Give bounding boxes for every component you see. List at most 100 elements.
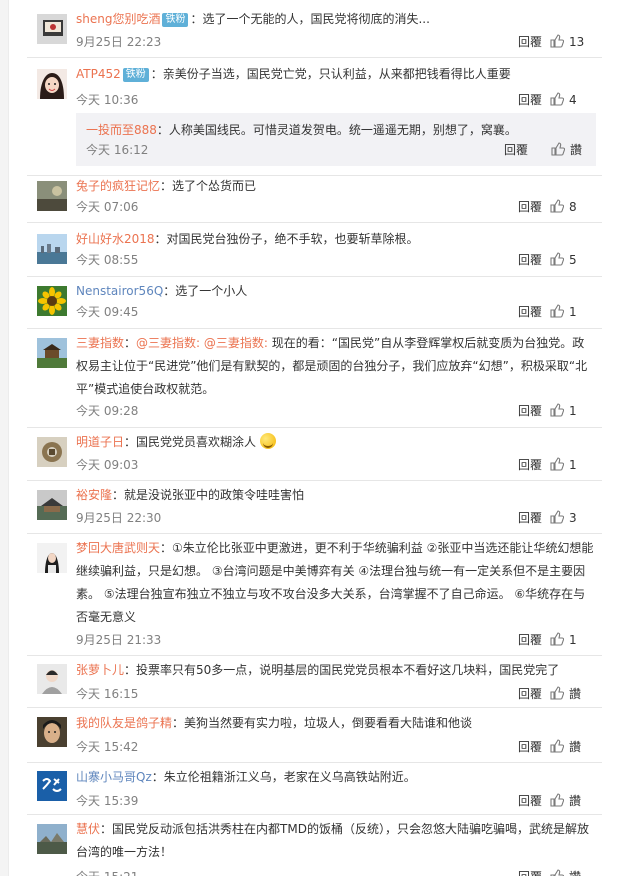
comment-text: 三妻指数：@三妻指数: @三妻指数: 现在的看：“国民党”自从李登辉掌权后就变质…	[76, 336, 588, 396]
reply-button[interactable]: 回覆	[518, 867, 542, 876]
reply-button[interactable]: 回覆	[518, 455, 542, 475]
comment-content: ：选了一个无能的人，国民党将彻底的消失...	[190, 12, 430, 26]
comment-item: 裕安隆：就是没说张亚中的政策令哇哇害怕 9月25日 22:30 回覆 3	[27, 480, 602, 534]
comment-item: ATP452 铁粉 ：亲美份子当选，国民党亡党，只认利益，从来都把钱看得比人重要 今…	[27, 57, 602, 176]
like-count: 1	[569, 305, 577, 319]
reply-button[interactable]: 回覆	[518, 791, 542, 811]
comment-item: 明道子日：国民党党员喜欢糊涂人 今天 09:03 回覆 1	[27, 427, 602, 481]
comment-username[interactable]: 梦回大唐武则天	[76, 541, 160, 555]
comment-username[interactable]: 兔子的疯狂记忆	[76, 179, 160, 193]
reply-button[interactable]: 回覆	[518, 401, 542, 421]
thumbs-up-icon	[550, 686, 564, 700]
comment-time: 今天 08:55	[76, 253, 139, 267]
avatar[interactable]	[37, 181, 67, 211]
comment-time: 今天 16:15	[76, 687, 139, 701]
thumbs-up-icon	[550, 510, 564, 524]
comment-time: 9月25日 22:23	[76, 35, 162, 49]
mention-link[interactable]: @三妻指数:	[204, 336, 268, 350]
thumbs-up-icon	[550, 793, 564, 807]
sub-reply: 一投而至888：人称美国线民。可惜灵道发贺电。统一遥遥无期，别想了，窝襄。 今天…	[76, 113, 596, 166]
avatar[interactable]	[37, 338, 67, 368]
avatar[interactable]	[37, 664, 67, 694]
reply-button[interactable]: 回覆	[518, 90, 542, 110]
mention-link[interactable]: @三妻指数:	[136, 336, 200, 350]
comment-text: ATP452 铁粉 ：亲美份子当选，国民党亡党，只认利益，从来都把钱看得比人重要	[76, 63, 596, 86]
comment-text: 裕安隆：就是没说张亚中的政策令哇哇害怕	[76, 484, 596, 507]
thumbs-up-icon	[550, 252, 564, 266]
like-count: 5	[569, 253, 577, 267]
avatar[interactable]	[37, 14, 67, 44]
thumbs-up-icon	[550, 92, 564, 106]
comment-time: 今天 15:42	[76, 740, 139, 754]
comment-username[interactable]: 山寨小马哥Qz	[76, 770, 152, 784]
comment-item: Nenstairor56Q：选了一个小人 今天 09:45 回覆 1	[27, 276, 602, 329]
comment-text: sheng您别吃酒 铁粉 ：选了一个无能的人，国民党将彻底的消失...	[76, 8, 596, 31]
avatar[interactable]	[37, 717, 67, 747]
comment-item: 我的队友是鸽子精：美狗当然要有实力啦，垃圾人，倒要看看大陆谁和他谈 今天 15:…	[27, 707, 602, 763]
like-count: 13	[569, 35, 585, 49]
avatar[interactable]	[37, 824, 67, 854]
comment-username[interactable]: Nenstairor56Q	[76, 284, 163, 298]
comment-username[interactable]: 好山好水2018	[76, 232, 155, 246]
like-label: 讚	[569, 687, 582, 701]
avatar[interactable]	[37, 490, 67, 520]
comment-content: ：选了个怂货而已	[160, 179, 257, 193]
comment-content: ：对国民党台独份子，绝不手软，也要斩草除根。	[154, 232, 419, 246]
comment-item: 三妻指数：@三妻指数: @三妻指数: 现在的看：“国民党”自从李登辉掌权后就变质…	[27, 328, 602, 428]
comment-text: 好山好水2018：对国民党台独份子，绝不手软，也要斩草除根。	[76, 228, 596, 251]
fan-badge[interactable]: 铁粉	[162, 13, 189, 27]
comment-username[interactable]: ATP452	[76, 67, 121, 81]
comment-time: 今天 15:39	[76, 794, 139, 808]
comment-content: ：国民党反动派包括洪秀柱在内都TMD的饭桶（反统），只会忽悠大陆骗吃骗喝，武统是…	[76, 822, 589, 859]
reply-button[interactable]: 回覆	[518, 684, 542, 704]
reply-button[interactable]: 回覆	[518, 630, 542, 650]
reply-button[interactable]: 回覆	[518, 250, 542, 270]
reply-button[interactable]: 回覆	[518, 32, 542, 52]
sub-reply-username[interactable]: 一投而至888	[86, 123, 157, 137]
comment-item: 好山好水2018：对国民党台独份子，绝不手软，也要斩草除根。 今天 08:55 …	[27, 222, 602, 277]
comment-username[interactable]: 三妻指数	[76, 336, 124, 350]
comment-username[interactable]: 我的队友是鸽子精	[76, 716, 172, 730]
avatar[interactable]	[37, 69, 67, 99]
comment-text: 张萝卜儿：投票率只有50多一点，说明基层的国民党党员根本不看好这几块料，国民党完…	[76, 659, 596, 682]
reply-button[interactable]: 回覆	[518, 737, 542, 757]
comment-username[interactable]: sheng您别吃酒	[76, 12, 160, 26]
comment-username[interactable]: 慧伏	[76, 822, 100, 836]
thumbs-up-icon	[550, 632, 564, 646]
sub-reply-button[interactable]: 回覆	[504, 140, 528, 160]
avatar[interactable]	[37, 543, 67, 573]
comment-username[interactable]: 裕安隆	[76, 488, 112, 502]
comment-username[interactable]: 明道子日	[76, 435, 124, 449]
comment-time: 今天 09:45	[76, 305, 139, 319]
avatar[interactable]	[37, 234, 67, 264]
thumbs-up-icon	[550, 304, 564, 318]
reply-button[interactable]: 回覆	[518, 508, 542, 528]
comment-username[interactable]: 张萝卜儿	[76, 663, 124, 677]
sub-reply-content: ：人称美国线民。可惜灵道发贺电。统一遥遥无期，别想了，窝襄。	[156, 123, 517, 137]
comment-item: 慧伏：国民党反动派包括洪秀柱在内都TMD的饭桶（反统），只会忽悠大陆骗吃骗喝，武…	[27, 814, 602, 876]
comment-text: 慧伏：国民党反动派包括洪秀柱在内都TMD的饭桶（反统），只会忽悠大陆骗吃骗喝，武…	[76, 818, 596, 864]
comment-time: 今天 09:28	[76, 404, 139, 418]
sub-reply-text: 一投而至888：人称美国线民。可惜灵道发贺电。统一遥遥无期，别想了，窝襄。	[86, 119, 517, 142]
reply-button[interactable]: 回覆	[518, 197, 542, 217]
comment-time: 今天 07:06	[76, 200, 139, 214]
reply-button[interactable]: 回覆	[518, 302, 542, 322]
laughing-face-icon	[259, 433, 276, 449]
avatar[interactable]	[37, 771, 67, 801]
scrollbar-track[interactable]	[0, 0, 9, 876]
comment-content: ：就是没说张亚中的政策令哇哇害怕	[112, 488, 305, 502]
comment-time: 今天 10:36	[76, 93, 139, 107]
like-count: 1	[569, 404, 577, 418]
comment-time: 今天 09:03	[76, 458, 139, 472]
avatar[interactable]	[37, 286, 67, 316]
fan-badge[interactable]: 铁粉	[122, 68, 149, 82]
like-count: 1	[569, 633, 577, 647]
comment-text: 梦回大唐武则天：①朱立伦比张亚中更激进，更不利于华统骗利益 ②张亚中当选还能让华…	[76, 537, 596, 629]
comment-content: ：选了一个小人	[163, 284, 248, 298]
like-label: 讚	[569, 794, 582, 808]
avatar[interactable]	[37, 437, 67, 467]
comment-content: ：美狗当然要有实力啦，垃圾人，倒要看看大陆谁和他谈	[172, 716, 473, 730]
comment-text: Nenstairor56Q：选了一个小人	[76, 280, 596, 303]
comment-text: 明道子日：国民党党员喜欢糊涂人	[76, 431, 596, 454]
like-count: 3	[569, 511, 577, 525]
